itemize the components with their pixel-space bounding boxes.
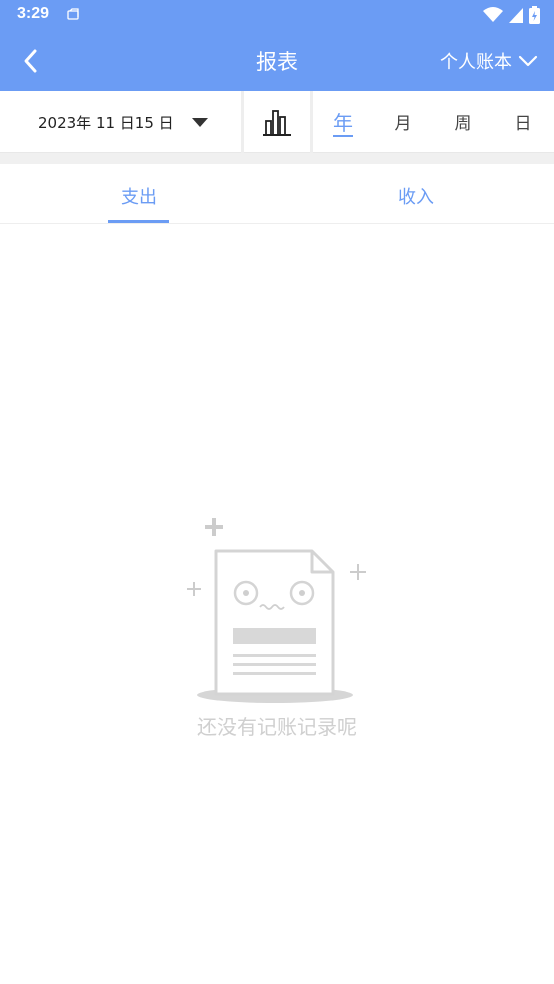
- period-tabs: 年 月 周 日: [313, 91, 554, 153]
- tab-week[interactable]: 周: [443, 109, 483, 134]
- wifi-icon: [483, 7, 503, 27]
- status-bar: 3:29: [0, 0, 554, 30]
- type-tabs: 支出 收入: [0, 164, 554, 224]
- tab-income[interactable]: 收入: [376, 183, 456, 209]
- type-active-indicator: [108, 220, 169, 223]
- status-time: 3:29: [17, 5, 50, 22]
- signal-icon: [509, 7, 523, 27]
- empty-state-message: 还没有记账记录呢: [197, 715, 357, 739]
- section-separator: [0, 153, 554, 164]
- period-active-indicator: [333, 135, 353, 137]
- tab-year[interactable]: 年: [323, 107, 363, 136]
- date-label: 2023年 11 日15 日: [38, 113, 174, 132]
- battery-icon: [529, 6, 540, 28]
- filter-bar: 2023年 11 日15 日 年 月 周 日: [0, 91, 554, 153]
- bar-chart-icon: [263, 110, 291, 136]
- tab-day[interactable]: 日: [503, 109, 543, 134]
- date-picker[interactable]: 2023年 11 日15 日: [0, 91, 241, 153]
- dropdown-arrow-icon: [191, 117, 208, 127]
- chart-toggle-button[interactable]: [244, 91, 310, 153]
- tab-month[interactable]: 月: [383, 109, 423, 134]
- app-bar: 报表 个人账本: [0, 30, 554, 91]
- notification-icon: [66, 7, 80, 26]
- status-icons: [483, 6, 540, 28]
- account-selector[interactable]: 个人账本: [440, 48, 538, 74]
- tab-expense[interactable]: 支出: [99, 183, 179, 209]
- chevron-down-icon: [518, 55, 538, 67]
- empty-document-icon: [180, 510, 380, 710]
- account-label: 个人账本: [440, 52, 512, 73]
